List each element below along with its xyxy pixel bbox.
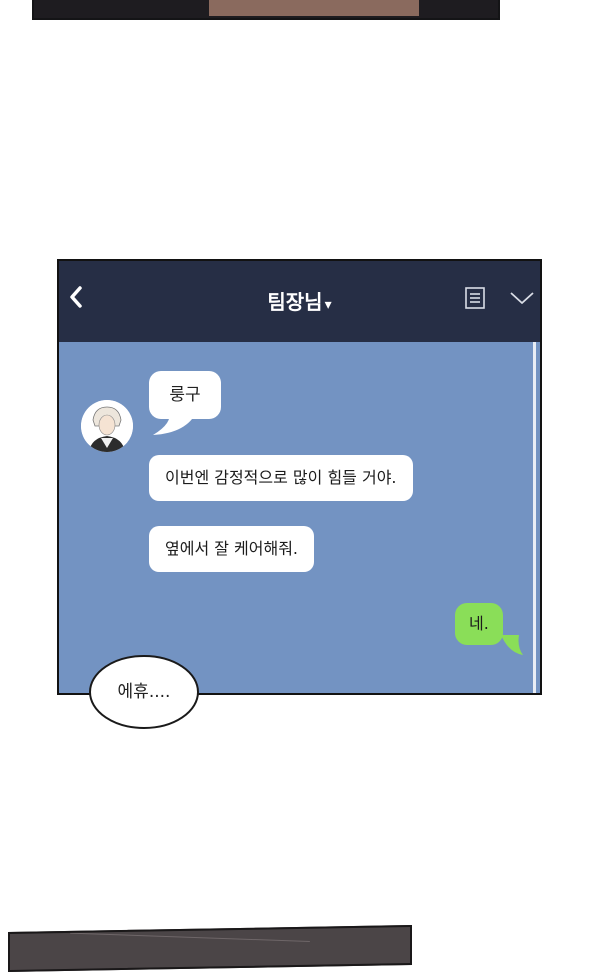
outgoing-bubble-tail (501, 635, 523, 655)
title-dropdown-arrow: ▾ (324, 297, 332, 313)
menu-list-icon[interactable] (464, 286, 486, 310)
name-bubble-tail (153, 411, 197, 435)
speech-bubble-text: 에휴.... (117, 682, 171, 702)
incoming-message: 옆에서 잘 케어해줘. (149, 526, 315, 572)
chat-screen-panel: 팀장님 ▾ 룽구 이번엔 감정적으로 많이 힘들 거야. 옆에서 잘 케어해줘. … (57, 259, 542, 695)
panel-line (70, 932, 310, 943)
avatar[interactable] (81, 400, 133, 452)
scrollbar[interactable] (533, 342, 536, 693)
comic-panel-bottom (8, 924, 412, 972)
chat-header: 팀장님 ▾ (59, 261, 540, 342)
comic-panel-top (32, 0, 500, 20)
chat-title-text: 팀장님 (267, 290, 323, 314)
incoming-message: 이번엔 감정적으로 많이 힘들 거야. (149, 455, 413, 501)
chevron-down-icon[interactable] (509, 290, 535, 306)
outgoing-message: 네. (455, 603, 503, 645)
panel-skin-area (209, 0, 419, 16)
